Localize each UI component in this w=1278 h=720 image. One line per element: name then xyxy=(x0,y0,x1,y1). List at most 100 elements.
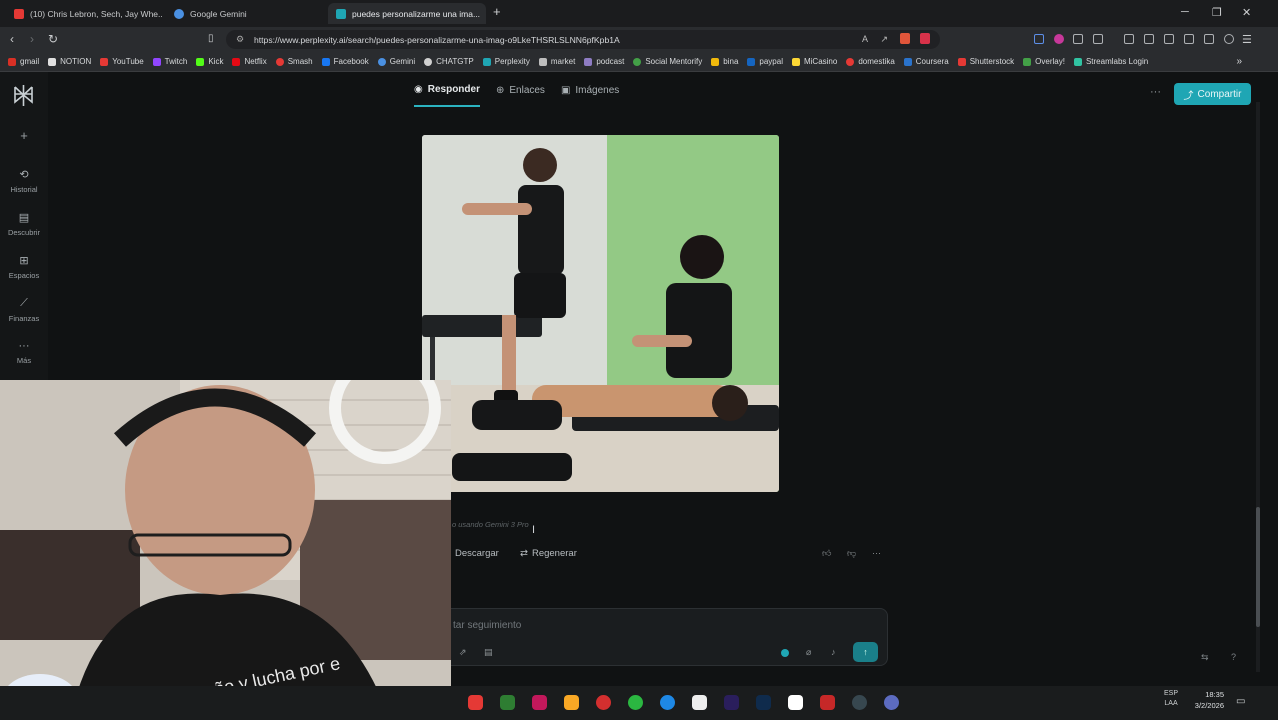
sidebar-item-spaces[interactable]: ⊞ Espacios xyxy=(0,254,48,280)
taskbar-chat-icon[interactable] xyxy=(500,695,515,710)
bookmark-netflix[interactable]: Netflix xyxy=(232,57,267,66)
submit-button[interactable]: ↑ xyxy=(853,642,878,662)
tab-gemini[interactable]: Google Gemini xyxy=(166,3,326,24)
paperclip-icon[interactable]: ⌀ xyxy=(806,647,811,658)
sidebar-item-discover[interactable]: ▤ Descubrir xyxy=(0,211,48,237)
media-icon[interactable] xyxy=(1144,34,1154,44)
bookmark-micasino[interactable]: MiCasino xyxy=(791,57,837,66)
thumbs-up-icon[interactable]: 👍︎ xyxy=(822,548,831,559)
sidebar-toggle-icon[interactable] xyxy=(1164,34,1174,44)
tab-responder[interactable]: ◉ Responder xyxy=(414,84,480,107)
share-page-icon[interactable]: ↗ xyxy=(880,34,888,45)
generated-image[interactable] xyxy=(422,135,779,492)
capcut-icon[interactable] xyxy=(692,695,707,710)
more-actions-icon[interactable]: ··· xyxy=(872,548,881,558)
extension-icon[interactable] xyxy=(1034,34,1044,44)
scrollbar-track[interactable] xyxy=(1256,102,1260,672)
menu-icon[interactable]: ☰ xyxy=(1242,33,1252,46)
model-icon[interactable] xyxy=(781,649,789,657)
premiere-icon[interactable] xyxy=(724,695,739,710)
bookmark-streamlabs[interactable]: Streamlabs Login xyxy=(1073,57,1148,66)
telegram-icon[interactable] xyxy=(660,695,675,710)
regenerate-button[interactable]: ⇄ Regenerar xyxy=(520,548,577,559)
address-bar[interactable]: ⚙ https://www.perplexity.ai/search/puede… xyxy=(226,30,940,49)
bookmark-icon[interactable]: ▯ xyxy=(208,33,214,44)
rewards-icon[interactable] xyxy=(920,33,930,44)
bookmark-gemini[interactable]: Gemini xyxy=(377,57,415,66)
whatsapp-icon[interactable] xyxy=(628,695,643,710)
bookmark-coursera[interactable]: Coursera xyxy=(903,57,949,66)
browser-taskbar-icon[interactable] xyxy=(884,695,899,710)
close-window-button[interactable]: ✕ xyxy=(1242,6,1251,19)
close-tab-icon[interactable]: ✕ xyxy=(480,8,486,19)
thumbs-down-icon[interactable]: 👎︎ xyxy=(847,548,856,559)
leo-icon[interactable] xyxy=(1224,34,1234,44)
minimize-button[interactable]: ─ xyxy=(1181,6,1189,18)
language-icon[interactable]: ⇆ xyxy=(1201,652,1209,663)
instagram-icon[interactable] xyxy=(532,695,547,710)
pinterest-icon[interactable] xyxy=(596,695,611,710)
reload-icon[interactable]: ↻ xyxy=(48,32,58,46)
perplexity-logo[interactable] xyxy=(12,84,35,107)
brave-shield-icon[interactable] xyxy=(900,33,910,44)
photoshop-icon[interactable] xyxy=(756,695,771,710)
bookmark-market[interactable]: market xyxy=(538,57,575,66)
bookmark-social-mentorify[interactable]: Social Mentorify xyxy=(633,57,702,66)
translate-icon[interactable]: A xyxy=(862,34,868,44)
bookmark-facebook[interactable]: Facebook xyxy=(321,57,369,66)
notion-icon[interactable] xyxy=(788,695,803,710)
bookmark-perplexity[interactable]: Perplexity xyxy=(482,57,530,66)
tab-youtube-music[interactable]: (10) Chris Lebron, Sech, Jay Whe... xyxy=(6,3,162,24)
taskbar-app-icon[interactable] xyxy=(468,695,483,710)
file-explorer-icon[interactable] xyxy=(564,695,579,710)
tab-enlaces[interactable]: ⊕ Enlaces xyxy=(496,84,545,107)
bookmark-kick[interactable]: Kick xyxy=(196,57,223,66)
bookmark-bina[interactable]: bina xyxy=(711,57,738,66)
focus-icon[interactable]: ⇗ xyxy=(459,647,467,658)
forward-icon[interactable]: › xyxy=(30,32,34,46)
bookmark-gmail[interactable]: gmail xyxy=(8,57,39,66)
back-icon[interactable]: ‹ xyxy=(10,32,14,46)
bookmark-paypal[interactable]: paypal xyxy=(747,57,783,66)
attach-file-icon[interactable]: ▤ xyxy=(484,647,493,658)
wallet-icon[interactable] xyxy=(1184,34,1194,44)
sidebar-item-history[interactable]: ⟲ Historial xyxy=(0,168,48,194)
bookmark-shutterstock[interactable]: Shutterstock xyxy=(957,57,1014,66)
taskbar-red-app-icon[interactable] xyxy=(820,695,835,710)
sidebar-item-finance[interactable]: ⟋ Finanzas xyxy=(0,297,48,323)
new-tab-button[interactable]: + xyxy=(493,4,501,19)
bookmark-chatgpt[interactable]: CHATGTP xyxy=(424,57,474,66)
maximize-button[interactable]: ❐ xyxy=(1212,6,1222,19)
text-cursor-icon: I xyxy=(532,524,536,536)
bookmark-smash[interactable]: Smash xyxy=(275,57,313,66)
tab-imagenes[interactable]: ▣ Imágenes xyxy=(561,84,619,107)
followup-input[interactable]: tar seguimiento xyxy=(453,620,521,631)
sidebar-item-more[interactable]: ··· Más xyxy=(0,340,48,365)
extensions-icon[interactable] xyxy=(1073,34,1083,44)
bookmark-notion[interactable]: NOTION xyxy=(48,57,91,66)
netflix-icon xyxy=(232,57,241,66)
language-indicator[interactable]: ESP LAA xyxy=(1164,689,1178,709)
notifications-icon[interactable]: ▭ xyxy=(1236,696,1245,707)
taskbar-app-icon[interactable] xyxy=(852,695,867,710)
thread-options-button[interactable]: ··· xyxy=(1150,86,1161,98)
vpn-icon[interactable] xyxy=(1204,34,1214,44)
bookmark-twitch[interactable]: Twitch xyxy=(152,57,187,66)
bookmark-podcast[interactable]: podcast xyxy=(584,57,624,66)
bookmark-overlay[interactable]: Overlay! xyxy=(1023,57,1065,66)
bookmark-domestika[interactable]: domestika xyxy=(846,57,895,66)
new-thread-button[interactable]: + xyxy=(0,128,48,143)
download-icon[interactable] xyxy=(1124,34,1134,44)
download-button[interactable]: Descargar xyxy=(455,548,499,559)
share-button[interactable]: ⤴ Compartir xyxy=(1174,83,1251,105)
extension-icon[interactable] xyxy=(1054,34,1064,44)
tab-search-icon[interactable] xyxy=(1093,34,1103,44)
help-icon[interactable]: ? xyxy=(1231,652,1236,662)
more-bookmarks-button[interactable]: » xyxy=(1236,56,1242,67)
clock[interactable]: 18:35 3/2/2026 xyxy=(1190,689,1224,711)
scrollbar-thumb[interactable] xyxy=(1256,507,1260,627)
bookmark-youtube[interactable]: YouTube xyxy=(100,57,144,66)
microphone-icon[interactable]: ♪ xyxy=(831,647,836,657)
site-info-icon[interactable]: ⚙ xyxy=(236,34,244,45)
tab-perplexity[interactable]: puedes personalizarme una ima... ✕ xyxy=(328,3,486,24)
